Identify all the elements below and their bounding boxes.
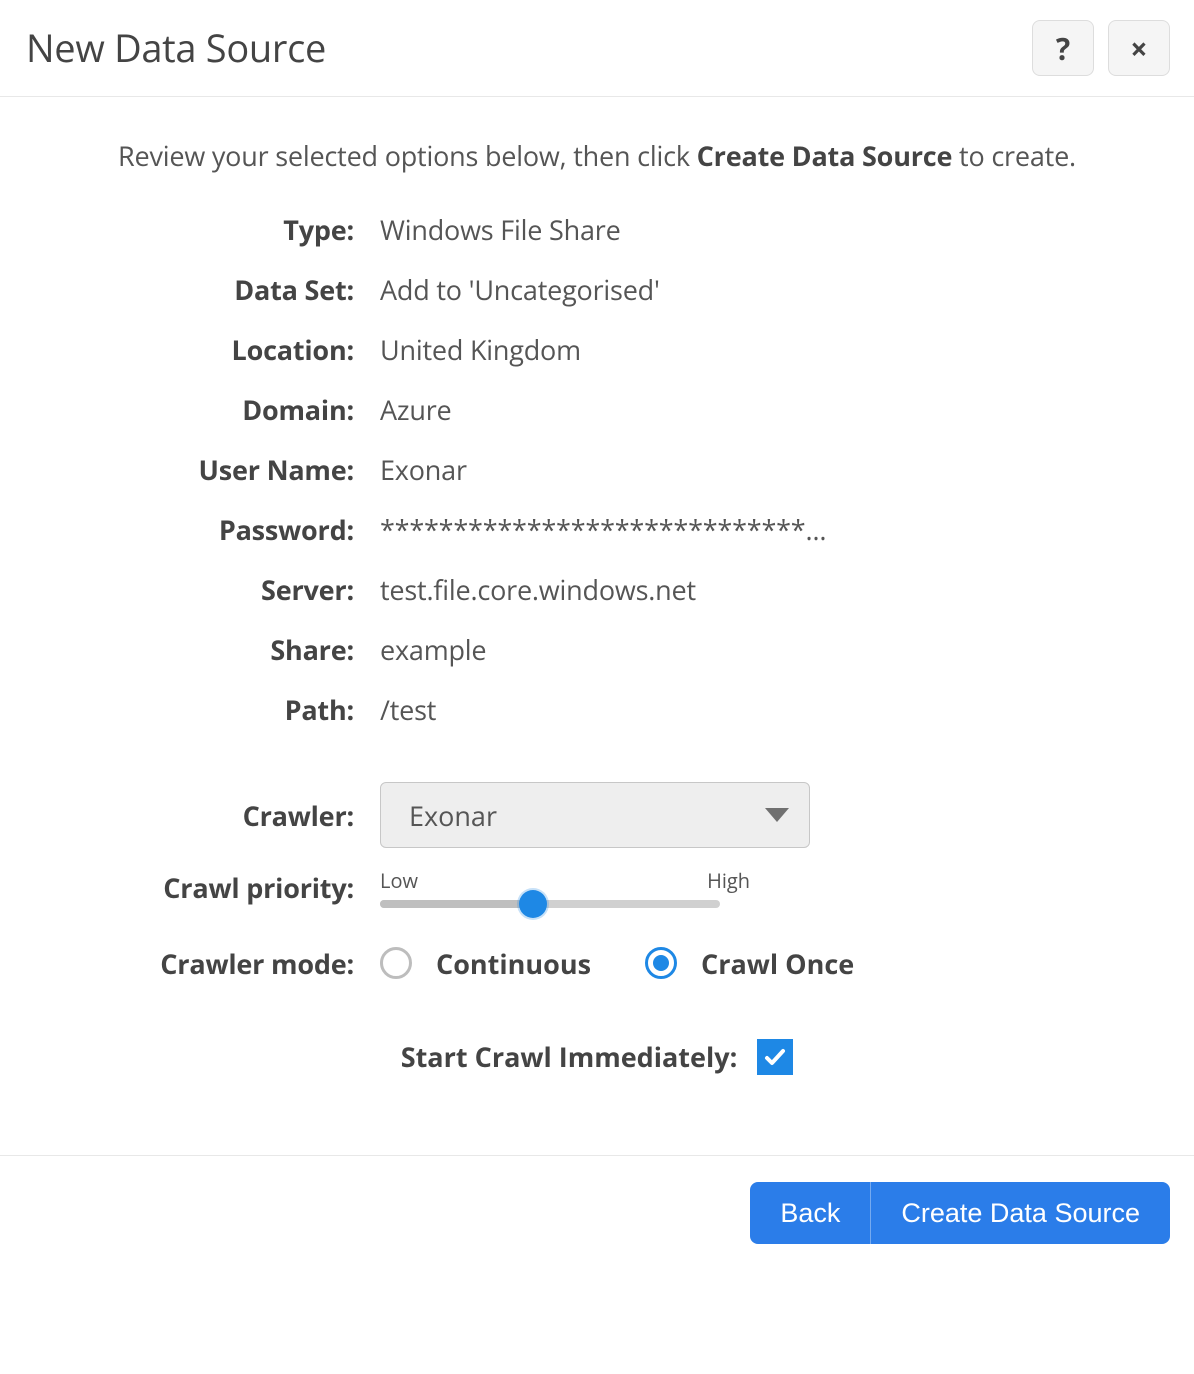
modal-footer: Back Create Data Source (0, 1155, 1194, 1270)
row-domain: Domain: Azure (40, 384, 1154, 434)
intro-prefix: Review your selected options below, then… (118, 137, 697, 174)
label-server: Server: (40, 571, 380, 608)
value-type: Windows File Share (380, 211, 1154, 248)
value-username: Exonar (380, 451, 1154, 488)
intro-text: Review your selected options below, then… (40, 137, 1154, 174)
label-share: Share: (40, 631, 380, 668)
label-type: Type: (40, 211, 380, 248)
footer-button-group: Back Create Data Source (750, 1182, 1170, 1244)
mode-radio-group: Continuous Crawl Once (380, 945, 884, 982)
new-data-source-modal: New Data Source ? × Review your selected… (0, 0, 1194, 1270)
chevron-down-icon (765, 808, 789, 822)
label-crawler: Crawler: (40, 797, 380, 834)
row-server: Server: test.file.core.windows.net (40, 564, 1154, 614)
priority-slider[interactable] (380, 900, 720, 908)
radio-crawl-once-label: Crawl Once (701, 945, 854, 982)
row-password: Password: *****************************… (40, 504, 1154, 554)
crawler-select[interactable]: Exonar (380, 782, 810, 848)
priority-high-label: High (707, 867, 750, 894)
label-mode: Crawler mode: (40, 945, 380, 982)
value-dataset: Add to 'Uncategorised' (380, 271, 1154, 308)
priority-slider-thumb[interactable] (519, 890, 547, 918)
radio-continuous[interactable] (380, 947, 412, 979)
checkbox-start-immediately[interactable] (757, 1039, 793, 1075)
modal-body: Review your selected options below, then… (0, 97, 1194, 1115)
label-dataset: Data Set: (40, 271, 380, 308)
value-password: *****************************… (380, 511, 1154, 548)
value-server: test.file.core.windows.net (380, 571, 1154, 608)
modal-title: New Data Source (26, 22, 1018, 74)
radio-continuous-label: Continuous (436, 945, 591, 982)
help-button[interactable]: ? (1032, 20, 1094, 76)
priority-low-label: Low (380, 867, 418, 894)
label-password: Password: (40, 511, 380, 548)
intro-suffix: to create. (952, 137, 1076, 174)
value-location: United Kingdom (380, 331, 1154, 368)
label-domain: Domain: (40, 391, 380, 428)
close-icon: × (1130, 28, 1147, 69)
radio-crawl-once[interactable] (645, 947, 677, 979)
label-location: Location: (40, 331, 380, 368)
label-priority: Crawl priority: (40, 869, 380, 908)
row-crawler: Crawler: Exonar (40, 782, 1154, 848)
crawler-select-value: Exonar (409, 797, 765, 834)
intro-bold: Create Data Source (697, 137, 953, 174)
row-type: Type: Windows File Share (40, 204, 1154, 254)
help-icon: ? (1056, 28, 1070, 69)
row-dataset: Data Set: Add to 'Uncategorised' (40, 264, 1154, 314)
row-mode: Crawler mode: Continuous Crawl Once (40, 938, 1154, 988)
priority-slider-fill (380, 900, 533, 908)
create-data-source-button[interactable]: Create Data Source (871, 1182, 1170, 1244)
back-button[interactable]: Back (750, 1182, 871, 1244)
value-path: /test (380, 691, 1154, 728)
row-username: User Name: Exonar (40, 444, 1154, 494)
priority-slider-container: Low High (380, 861, 750, 908)
modal-header: New Data Source ? × (0, 0, 1194, 97)
row-location: Location: United Kingdom (40, 324, 1154, 374)
label-start-immediately: Start Crawl Immediately: (401, 1038, 738, 1075)
label-path: Path: (40, 691, 380, 728)
close-button[interactable]: × (1108, 20, 1170, 76)
row-path: Path: /test (40, 684, 1154, 734)
value-share: example (380, 631, 1154, 668)
row-priority: Crawl priority: Low High (40, 858, 1154, 908)
row-share: Share: example (40, 624, 1154, 674)
check-icon (763, 1045, 787, 1069)
label-username: User Name: (40, 451, 380, 488)
value-domain: Azure (380, 391, 1154, 428)
row-start-immediately: Start Crawl Immediately: (40, 1038, 1154, 1075)
